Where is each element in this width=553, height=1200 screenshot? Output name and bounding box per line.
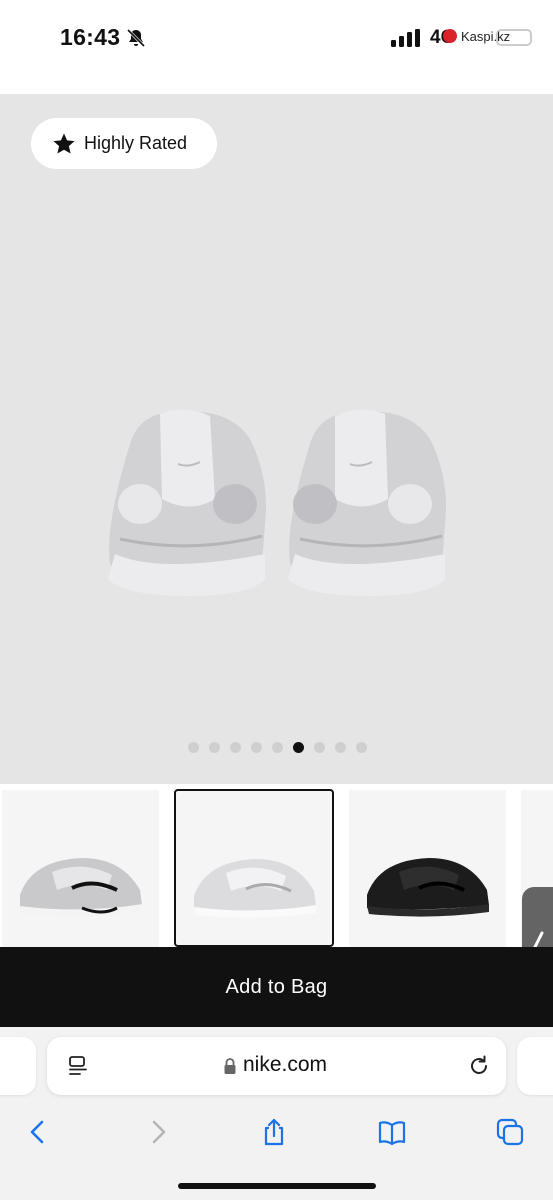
book-icon (378, 1121, 406, 1146)
back-button[interactable] (18, 1112, 58, 1152)
carousel-dot[interactable] (188, 742, 199, 753)
shoe-thumbnail-image (194, 859, 316, 918)
carousel-dot[interactable] (251, 742, 262, 753)
highly-rated-badge: Highly Rated (31, 118, 217, 169)
colorway-thumbnails (0, 784, 553, 947)
shoe-thumbnail-image (20, 858, 142, 917)
carousel-dot[interactable] (230, 742, 241, 753)
shoe-thumbnail-image (367, 858, 489, 917)
kaspi-icon (443, 29, 457, 43)
star-icon (53, 133, 75, 153)
reload-icon[interactable] (467, 1054, 491, 1078)
status-time: 16:43 (60, 24, 121, 50)
share-button[interactable] (254, 1112, 294, 1152)
tabs-icon (496, 1118, 524, 1146)
browser-toolbar (0, 1112, 553, 1172)
next-tab-peek[interactable] (517, 1037, 553, 1095)
bookmarks-button[interactable] (372, 1112, 412, 1152)
add-to-bag-label: Add to Bag (225, 975, 328, 998)
carousel-dot[interactable] (335, 742, 346, 753)
lock-icon (224, 1058, 236, 1074)
forward-button[interactable] (138, 1112, 178, 1152)
thumbnail-silver-black[interactable] (2, 790, 159, 947)
thumbnail-black[interactable] (349, 790, 506, 947)
add-to-bag-button[interactable]: Add to Bag (0, 947, 553, 1027)
chevron-right-icon (152, 1120, 166, 1144)
url-text: nike.com (243, 1053, 328, 1076)
right-shoe (288, 409, 446, 596)
product-image (108, 409, 446, 596)
carousel-dot[interactable] (314, 742, 325, 753)
left-shoe (108, 409, 267, 596)
share-icon (264, 1118, 284, 1146)
bell-off-icon (126, 28, 146, 48)
carousel-dot[interactable] (356, 742, 367, 753)
carousel-dot[interactable] (209, 742, 220, 753)
tabs-button[interactable] (490, 1112, 530, 1152)
signal-icon (391, 29, 420, 47)
previous-tab-peek[interactable] (0, 1037, 36, 1095)
badge-label: Highly Rated (84, 133, 188, 153)
browser-chrome: nike.com (0, 1027, 553, 1200)
carousel-dot[interactable] (272, 742, 283, 753)
address-bar[interactable]: nike.com (47, 1037, 506, 1095)
page-menu-icon[interactable] (66, 1054, 90, 1078)
battery-icon (496, 29, 532, 46)
carousel-dot[interactable] (293, 742, 304, 753)
home-indicator[interactable] (178, 1183, 376, 1189)
status-bar: 16:43 4G Kaspi.kz (0, 0, 553, 94)
carousel-indicator[interactable] (188, 742, 367, 753)
chevron-left-icon (30, 1120, 44, 1144)
thumbnail-white-silver[interactable] (174, 789, 334, 947)
product-hero[interactable]: Highly Rated (0, 94, 553, 784)
